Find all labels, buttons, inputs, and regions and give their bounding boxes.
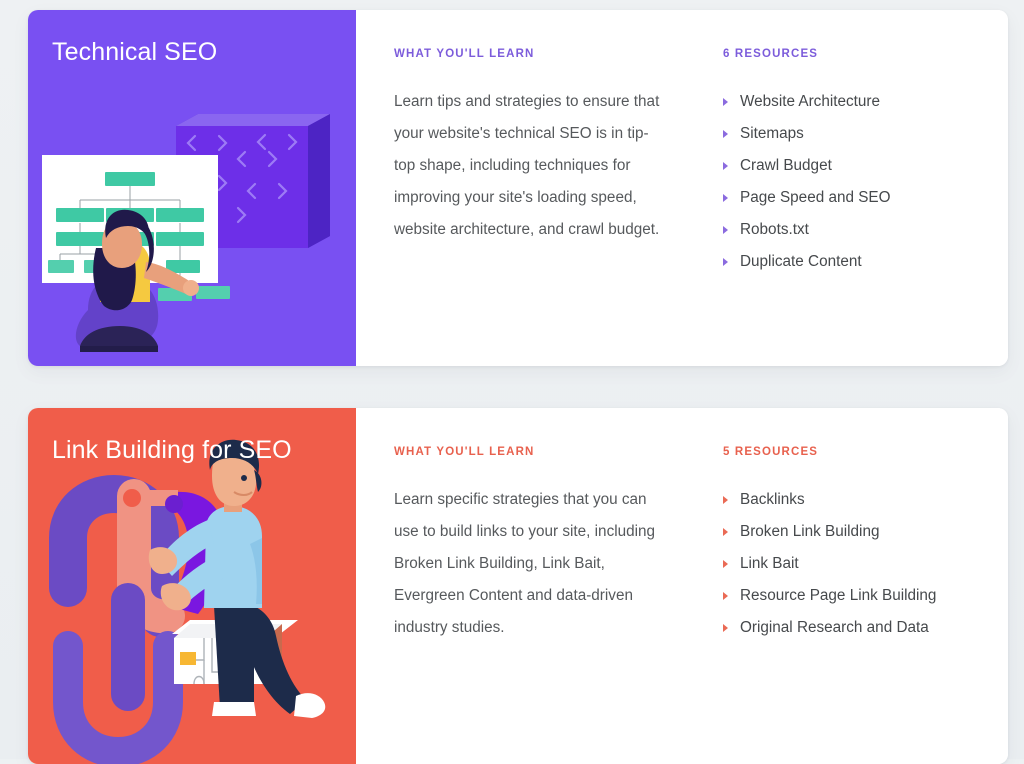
list-item[interactable]: Page Speed and SEO [723,182,1008,214]
resource-label: Original Research and Data [740,619,929,636]
resources-heading: 6 RESOURCES [723,48,819,60]
arrow-right-icon [723,226,728,234]
arrow-right-icon [723,496,728,504]
learn-description: Learn specific strategies that you can u… [394,491,656,636]
list-item[interactable]: Broken Link Building [723,516,1008,548]
arrow-right-icon [723,528,728,536]
learn-description: Learn tips and strategies to ensure that… [394,93,660,238]
resource-label: Sitemaps [740,125,804,142]
resource-label: Page Speed and SEO [740,189,891,206]
arrow-right-icon [723,130,728,138]
arrow-right-icon [723,98,728,106]
resource-label: Backlinks [740,491,805,508]
list-item[interactable]: Link Bait [723,548,1008,580]
arrow-right-icon [723,194,728,202]
course-card-link-building-for-seo[interactable]: Link Building for SEO WHAT YOU'LL LEARN … [28,408,1008,764]
list-item[interactable]: Website Architecture [723,86,1008,118]
arrow-right-icon [723,560,728,568]
list-item[interactable]: Robots.txt [723,214,1008,246]
card-visual-panel: Link Building for SEO [28,408,356,764]
resource-label: Broken Link Building [740,523,880,540]
resource-label: Crawl Budget [740,157,832,174]
resource-label: Robots.txt [740,221,809,238]
course-card-technical-seo[interactable]: Technical SEO WHAT YOU'LL LEARN Learn ti… [28,10,1008,366]
resources-heading: 5 RESOURCES [723,446,819,458]
arrow-right-icon [723,162,728,170]
arrow-right-icon [723,624,728,632]
resource-label: Link Bait [740,555,799,572]
list-item[interactable]: Sitemaps [723,118,1008,150]
resources-list: Website Architecture Sitemaps Crawl Budg… [723,86,1008,278]
resources-column: 5 RESOURCES Backlinks Broken Link Buildi… [686,446,1008,764]
learn-column: WHAT YOU'LL LEARN Learn specific strateg… [356,446,686,764]
learn-heading: WHAT YOU'LL LEARN [394,446,535,458]
course-cards-page: Technical SEO WHAT YOU'LL LEARN Learn ti… [0,0,1024,764]
learn-heading: WHAT YOU'LL LEARN [394,48,535,60]
resources-list: Backlinks Broken Link Building Link Bait… [723,484,1008,644]
list-item[interactable]: Backlinks [723,484,1008,516]
card-title: Link Building for SEO [52,436,292,464]
arrow-right-icon [723,258,728,266]
resources-column: 6 RESOURCES Website Architecture Sitemap… [686,48,1008,366]
resource-label: Resource Page Link Building [740,587,937,604]
card-visual-panel: Technical SEO [28,10,356,366]
resource-label: Duplicate Content [740,253,862,270]
arrow-right-icon [723,592,728,600]
resource-label: Website Architecture [740,93,881,110]
list-item[interactable]: Duplicate Content [723,246,1008,278]
card-content: WHAT YOU'LL LEARN Learn tips and strateg… [356,10,1008,366]
learn-column: WHAT YOU'LL LEARN Learn tips and strateg… [356,48,686,366]
card-title: Technical SEO [52,38,218,66]
card-content: WHAT YOU'LL LEARN Learn specific strateg… [356,408,1008,764]
list-item[interactable]: Crawl Budget [723,150,1008,182]
list-item[interactable]: Original Research and Data [723,612,1008,644]
list-item[interactable]: Resource Page Link Building [723,580,1008,612]
